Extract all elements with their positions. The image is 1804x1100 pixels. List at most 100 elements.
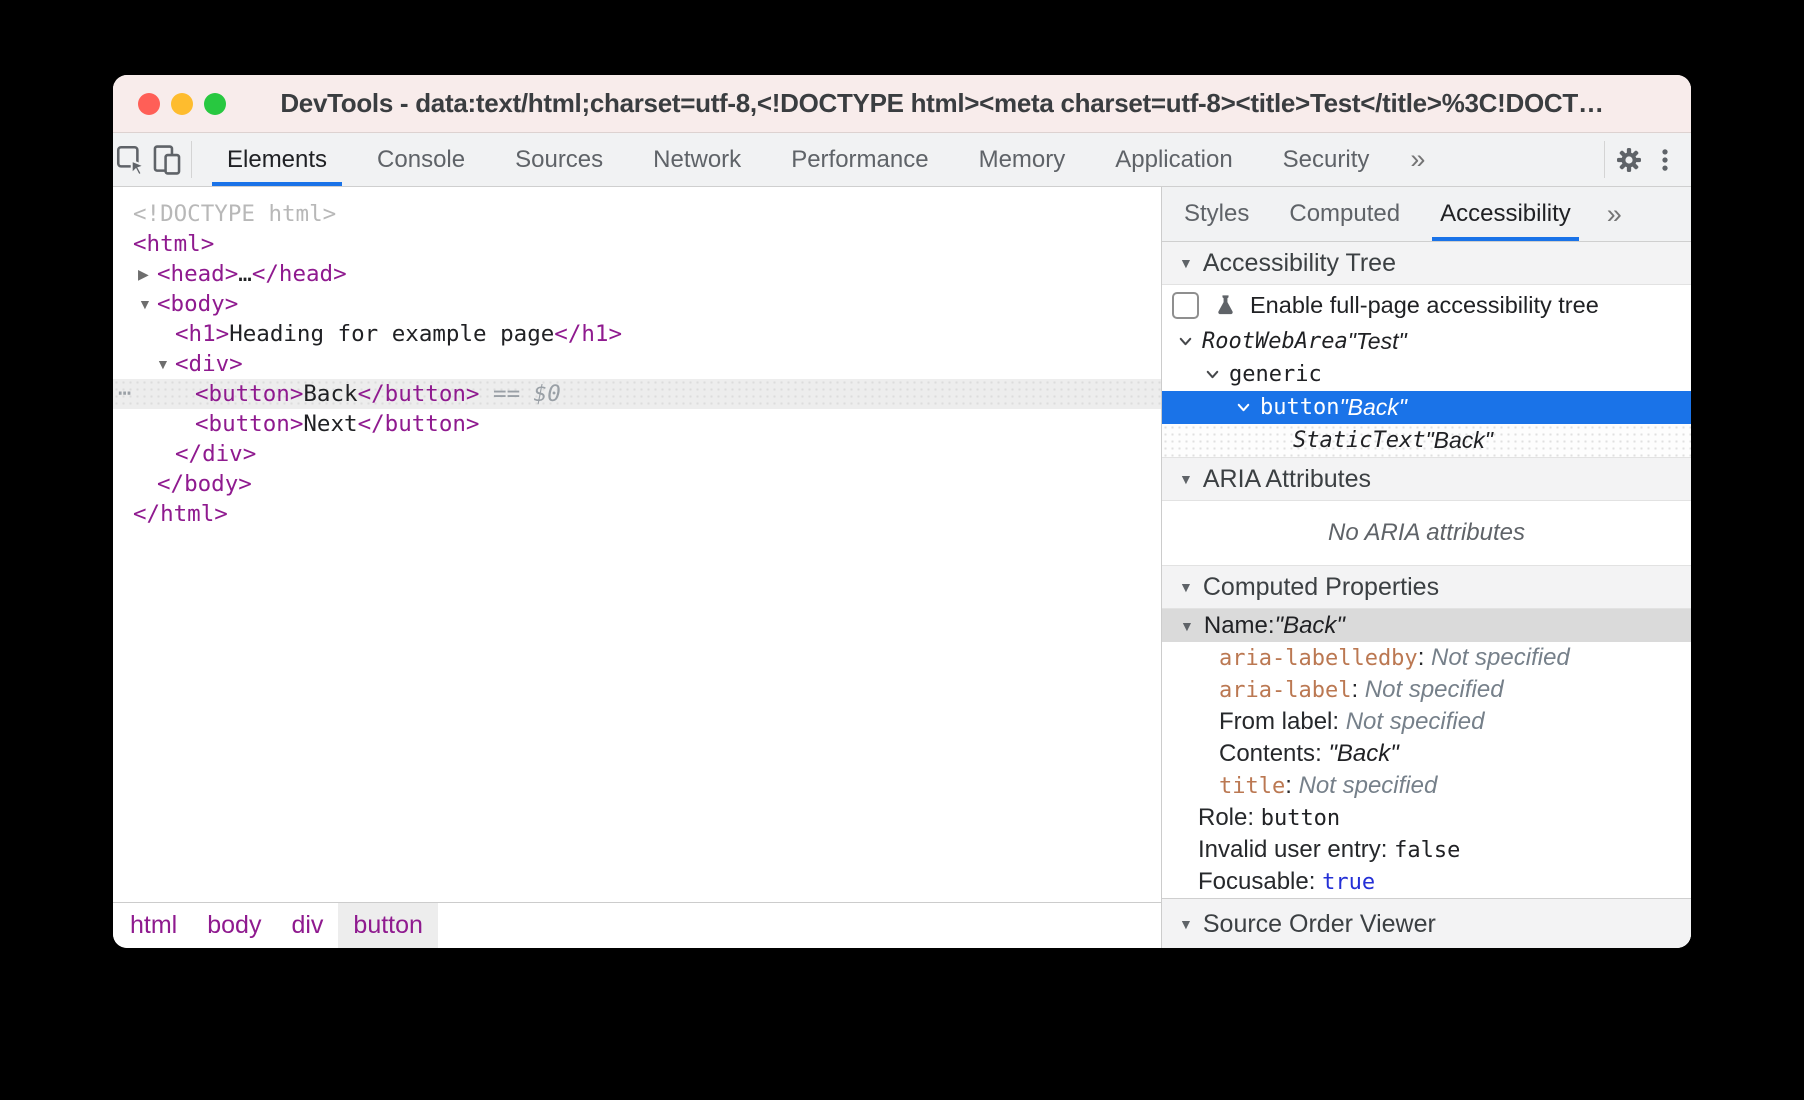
computed-property-row: aria-labelledby: Not specified — [1162, 642, 1691, 674]
dom-token: <h1> — [175, 321, 229, 347]
a11y-tree-node[interactable]: StaticText "Back" — [1162, 424, 1691, 457]
property-colon: : — [1418, 644, 1431, 672]
breadcrumb-div[interactable]: div — [276, 903, 338, 948]
device-toolbar-icon[interactable] — [149, 140, 185, 180]
close-window-button[interactable] — [138, 93, 160, 115]
computed-property-row: From label: Not specified — [1162, 706, 1691, 738]
dom-token: <button> — [195, 381, 303, 407]
dom-token: </button> — [358, 411, 480, 437]
aria-attributes-section-header[interactable]: ▼ ARIA Attributes — [1162, 457, 1691, 501]
name-collapse-icon: ▼ — [1180, 618, 1194, 634]
kebab-menu-icon[interactable] — [1647, 140, 1683, 180]
source-order-viewer-section-header[interactable]: ▼ Source Order Viewer — [1162, 898, 1691, 948]
dom-token: <head> — [157, 261, 238, 287]
section-collapse-icon: ▼ — [1179, 916, 1193, 932]
chevron-down-icon[interactable] — [1177, 333, 1194, 350]
expand-arrow-down-icon[interactable]: ▼ — [156, 349, 170, 379]
a11y-node-token: generic — [1229, 362, 1322, 387]
dom-token: <body> — [157, 291, 238, 317]
a11y-node-token: button — [1260, 395, 1339, 420]
dom-tree-row[interactable]: </body> — [113, 469, 1161, 499]
toolbar-divider-right — [1604, 141, 1605, 178]
accessibility-tree-section-header-label: Accessibility Tree — [1203, 249, 1396, 278]
dom-tree-row[interactable]: </html> — [113, 499, 1161, 529]
computed-properties-section-header[interactable]: ▼ Computed Properties — [1162, 565, 1691, 609]
dom-token: == — [479, 381, 533, 407]
dom-token: Heading for example page — [229, 321, 554, 347]
dom-tree-row[interactable]: <!DOCTYPE html> — [113, 199, 1161, 229]
dom-token: <html> — [133, 231, 214, 257]
expand-arrow-down-icon[interactable]: ▼ — [138, 289, 152, 319]
a11y-tree-node[interactable]: button "Back" — [1162, 391, 1691, 424]
aria-attributes-section-header-label: ARIA Attributes — [1203, 465, 1371, 494]
tab-memory[interactable]: Memory — [954, 133, 1091, 186]
dom-tree-row[interactable]: <html> — [113, 229, 1161, 259]
property-colon: : — [1247, 804, 1260, 832]
tab-application[interactable]: Application — [1090, 133, 1257, 186]
dom-tree-row[interactable]: ▶<head>…</head> — [113, 259, 1161, 289]
property-colon: : — [1351, 676, 1364, 704]
a11y-tree-node[interactable]: generic — [1162, 358, 1691, 391]
breadcrumb-button[interactable]: button — [338, 903, 438, 948]
accessibility-pane: ▼ Accessibility Tree Enable full-page acce… — [1162, 242, 1691, 948]
property-key: title — [1219, 774, 1285, 799]
more-tabs-icon[interactable]: » — [1394, 133, 1441, 186]
dom-tree-row[interactable]: </div> — [113, 439, 1161, 469]
maximize-window-button[interactable] — [204, 93, 226, 115]
row-ellipsis-icon[interactable]: ⋯ — [118, 379, 133, 409]
property-key: Role — [1198, 804, 1247, 832]
source-order-viewer-label: Source Order Viewer — [1203, 910, 1436, 939]
section-collapse-icon: ▼ — [1179, 255, 1193, 271]
section-collapse-icon: ▼ — [1179, 471, 1193, 487]
section-collapse-icon: ▼ — [1179, 579, 1193, 595]
chevron-down-icon[interactable] — [1235, 399, 1252, 416]
dom-tree-row[interactable]: ⋯<button>Back</button> == $0 — [113, 379, 1161, 409]
enable-fullpage-a11y-checkbox[interactable] — [1172, 292, 1199, 319]
property-colon: : — [1315, 740, 1328, 768]
property-colon: : — [1309, 868, 1322, 896]
property-value: false — [1394, 838, 1460, 863]
dom-token: <!DOCTYPE html> — [133, 201, 336, 227]
computed-property-row: Focusable: true — [1162, 866, 1691, 898]
property-colon: : — [1381, 836, 1394, 864]
more-sidebar-tabs-icon[interactable]: » — [1591, 187, 1638, 241]
tab-console[interactable]: Console — [352, 133, 490, 186]
tab-network[interactable]: Network — [628, 133, 766, 186]
a11y-node-token: StaticText — [1293, 428, 1425, 453]
computed-name-row[interactable]: ▼Name: "Back" — [1162, 609, 1691, 642]
computed-property-row: aria-label: Not specified — [1162, 674, 1691, 706]
minimize-window-button[interactable] — [171, 93, 193, 115]
chevron-down-icon[interactable] — [1204, 366, 1221, 383]
tab-styles[interactable]: Styles — [1164, 187, 1269, 241]
dom-token: </button> — [358, 381, 480, 407]
expand-arrow-right-icon[interactable]: ▶ — [138, 259, 149, 289]
tab-performance[interactable]: Performance — [766, 133, 953, 186]
computed-name-value: "Back" — [1275, 612, 1345, 640]
dom-token: … — [238, 261, 252, 287]
breadcrumb-html[interactable]: html — [115, 903, 192, 948]
a11y-node-token: "Back" — [1339, 394, 1406, 421]
experiment-flask-icon — [1212, 292, 1239, 319]
dom-tree-row[interactable]: ▼<div> — [113, 349, 1161, 379]
enable-fullpage-a11y-row: Enable full-page accessibility tree — [1162, 285, 1691, 325]
tab-security[interactable]: Security — [1258, 133, 1395, 186]
gear-icon[interactable] — [1611, 140, 1647, 180]
window-title: DevTools - data:text/html;charset=utf-8,… — [233, 88, 1651, 119]
tab-sources[interactable]: Sources — [490, 133, 628, 186]
titlebar: DevTools - data:text/html;charset=utf-8,… — [113, 75, 1691, 133]
computed-properties-section-header-label: Computed Properties — [1203, 573, 1439, 602]
dom-tree-row[interactable]: ▼<body> — [113, 289, 1161, 319]
a11y-tree-node[interactable]: RootWebArea "Test" — [1162, 325, 1691, 358]
property-value: Not specified — [1346, 708, 1485, 736]
inspect-icon[interactable] — [113, 140, 149, 180]
dom-tree-row[interactable]: <button>Next</button> — [113, 409, 1161, 439]
accessibility-tree-section-header[interactable]: ▼ Accessibility Tree — [1162, 242, 1691, 285]
tab-elements[interactable]: Elements — [202, 133, 352, 186]
breadcrumb-body[interactable]: body — [192, 903, 276, 948]
dom-tree-row[interactable]: <h1>Heading for example page</h1> — [113, 319, 1161, 349]
a11y-node-token: "Back" — [1425, 427, 1492, 454]
property-value: "Back" — [1328, 740, 1398, 768]
tab-accessibility[interactable]: Accessibility — [1420, 187, 1591, 241]
property-value: button — [1261, 806, 1340, 831]
tab-computed[interactable]: Computed — [1269, 187, 1420, 241]
